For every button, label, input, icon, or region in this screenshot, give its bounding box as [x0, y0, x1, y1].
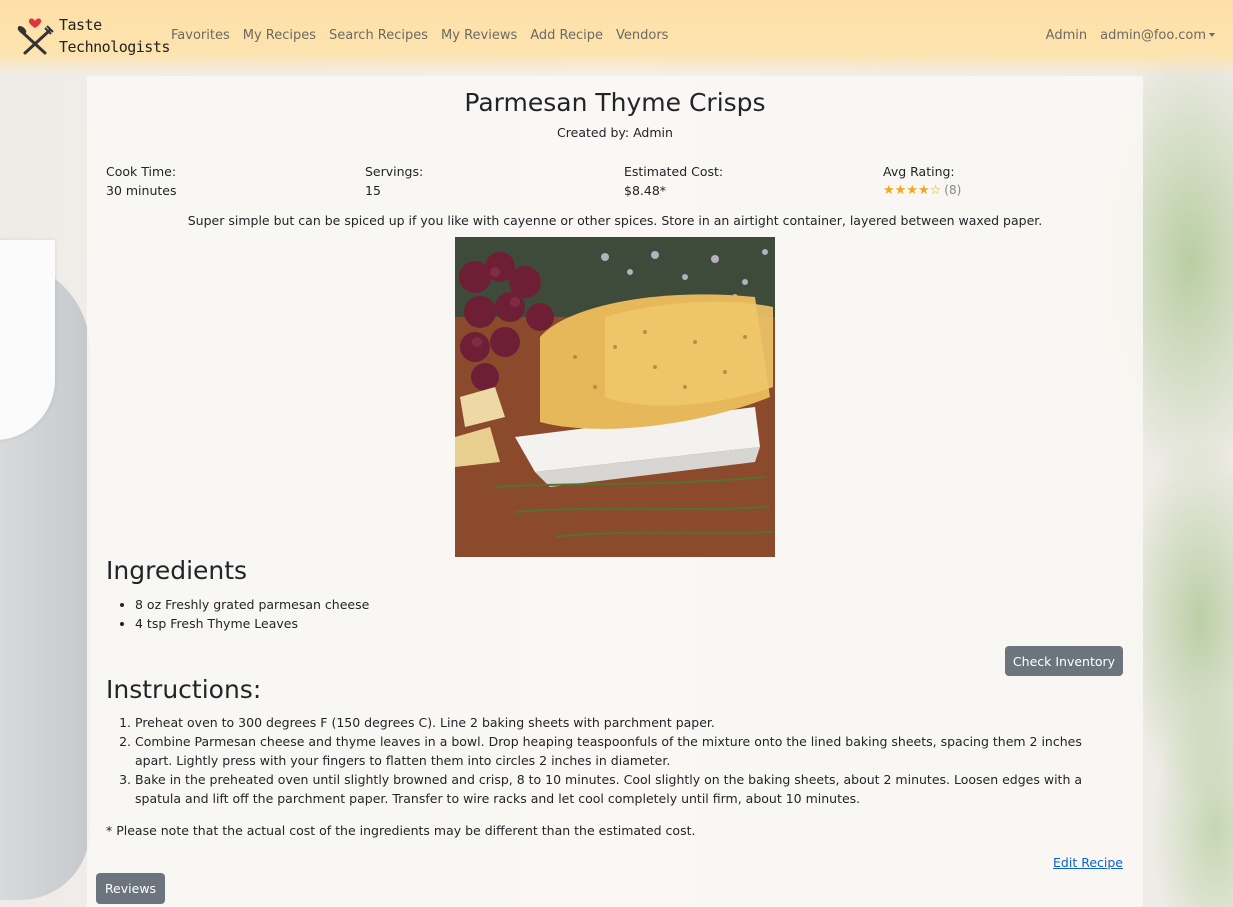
- nav-add-recipe[interactable]: Add Recipe: [530, 28, 603, 43]
- cook-time-label: Cook Time:: [106, 164, 177, 179]
- instructions-heading: Instructions:: [106, 675, 262, 704]
- avg-rating: Avg Rating: ★ ★ ★ ★ ☆ (8): [883, 162, 961, 200]
- ingredients-heading: Ingredients: [106, 556, 248, 585]
- nav-my-reviews[interactable]: My Reviews: [441, 28, 517, 43]
- nav-vendors[interactable]: Vendors: [616, 28, 668, 43]
- star-empty-icon: ☆: [929, 183, 942, 198]
- recipe-title: Parmesan Thyme Crisps: [464, 88, 766, 117]
- star-filled-icon: ★: [917, 183, 930, 198]
- rating-count: (8): [944, 183, 962, 197]
- recipe-creator: Created by: Admin: [557, 125, 673, 140]
- star-filled-icon: ★: [883, 183, 895, 198]
- star-holder: ★ ★ ★ ★ ☆: [883, 184, 941, 197]
- cost-label: Estimated Cost:: [624, 164, 724, 179]
- servings-value: 15: [365, 183, 381, 198]
- chevron-down-icon: [1209, 33, 1215, 37]
- nav-links: Favorites My Recipes Search Recipes My R…: [171, 28, 681, 43]
- star-filled-icon: ★: [906, 183, 918, 198]
- brand-line1: Taste: [59, 16, 102, 34]
- estimated-cost: Estimated Cost: $8.48*: [624, 162, 723, 200]
- cook-time-value: 30 minutes: [106, 183, 177, 198]
- recipe-description: Super simple but can be spiced up if you…: [187, 213, 1043, 228]
- edit-recipe-link[interactable]: Edit Recipe: [1053, 855, 1123, 870]
- list-item: 8 oz Freshly grated parmesan cheese: [135, 595, 369, 614]
- cost-value: $8.48*: [624, 183, 667, 198]
- nav-favorites[interactable]: Favorites: [171, 28, 230, 43]
- cost-note: * Please note that the actual cost of th…: [106, 823, 696, 838]
- star-filled-icon: ★: [894, 183, 907, 198]
- brand-name: Taste Technologists: [59, 14, 170, 58]
- fork-spoon-heart-icon: [17, 18, 54, 55]
- brand-line2: Technologists: [59, 38, 170, 56]
- servings: Servings: 15: [365, 162, 423, 200]
- cook-time: Cook Time: 30 minutes: [106, 162, 176, 200]
- brand[interactable]: Taste Technologists: [15, 14, 170, 58]
- servings-label: Servings:: [365, 164, 424, 179]
- user-menu-dropdown[interactable]: admin@foo.com: [1100, 28, 1215, 43]
- user-email: admin@foo.com: [1100, 28, 1206, 43]
- rating-label: Avg Rating:: [883, 164, 955, 179]
- check-inventory-button[interactable]: Check Inventory: [1005, 646, 1123, 676]
- rating-stars: ★ ★ ★ ★ ☆ (8): [883, 181, 961, 200]
- list-item: Combine Parmesan cheese and thyme leaves…: [135, 732, 1095, 770]
- nav-search-recipes[interactable]: Search Recipes: [329, 28, 428, 43]
- list-item: 4 tsp Fresh Thyme Leaves: [135, 614, 369, 633]
- recipe-panel: Parmesan Thyme Crisps Created by: Admin …: [87, 76, 1143, 907]
- navbar: Taste Technologists Favorites My Recipes…: [0, 0, 1233, 76]
- list-item: Preheat oven to 300 degrees F (150 degre…: [135, 713, 1095, 732]
- nav-right: Admin admin@foo.com: [1033, 28, 1215, 43]
- nav-admin[interactable]: Admin: [1046, 28, 1087, 43]
- reviews-button[interactable]: Reviews: [96, 873, 165, 904]
- recipe-photo-illustration: [455, 237, 775, 557]
- list-item: Bake in the preheated oven until slightl…: [135, 770, 1095, 808]
- recipe-photo: [455, 237, 775, 557]
- nav-my-recipes[interactable]: My Recipes: [243, 28, 316, 43]
- instructions-list: Preheat oven to 300 degrees F (150 degre…: [135, 713, 1095, 808]
- knife-blade-decoration: [0, 240, 55, 440]
- ingredients-list: 8 oz Freshly grated parmesan cheese 4 ts…: [135, 595, 369, 633]
